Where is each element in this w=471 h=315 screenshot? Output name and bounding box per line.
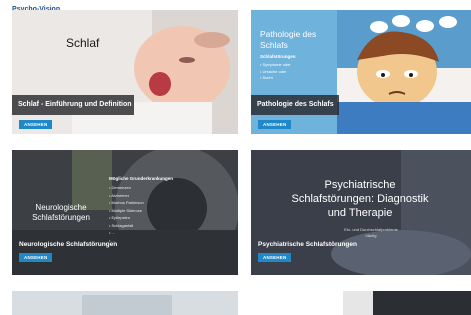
baby-photo [12, 10, 238, 134]
card-caption: Pathologie des Schlafs [251, 95, 339, 115]
card-caption: Schlaf - Einführung und Definition [12, 95, 134, 115]
watch-button[interactable]: ANSEHEN [19, 120, 53, 129]
card-title: Neurologische Schlafstörungen [32, 203, 90, 222]
card-bullet-list: • Demenzen • Alzheimer • Morbus Parkinso… [109, 185, 144, 243]
course-card-partial-right[interactable] [343, 291, 471, 315]
card-subtitle: Schlafstörungen [260, 54, 296, 59]
card-bullet-list: • Symptome oder • Ursache oder • Sucht [260, 62, 291, 80]
card-image [343, 291, 471, 315]
course-card-partial-left[interactable] [12, 291, 238, 315]
card-headline: Schlaf [66, 36, 100, 50]
card-caption: Neurologische Schlafstörungen [19, 241, 118, 248]
course-card-schlaf[interactable]: Schlaf Schlaf - Einführung und Definitio… [12, 10, 238, 134]
card-caption: Psychiatrische Schlafstörungen [258, 241, 357, 248]
watch-button[interactable]: ANSEHEN [258, 120, 292, 129]
course-card-neurologie[interactable]: Neurologische Schlafstörungen Mögliche G… [12, 150, 238, 275]
card-title: Psychiatrische Schlafstörungen: Diagnost… [291, 179, 429, 219]
card-list-heading: Mögliche Grunderkrankungen [109, 176, 174, 181]
watch-button[interactable]: ANSEHEN [19, 253, 53, 262]
card-title: Pathologie des Schlafs [260, 29, 317, 50]
course-card-psychiatrie[interactable]: Psychiatrische Schlafstörungen: Diagnost… [251, 150, 471, 275]
card-subtitle: Ein- und Durchschlafprobleme häufig [344, 227, 398, 238]
watch-button[interactable]: ANSEHEN [258, 253, 292, 262]
course-card-pathologie[interactable]: Pathologie des Schlafs Schlafstörungen •… [251, 10, 471, 134]
card-image [12, 291, 238, 315]
